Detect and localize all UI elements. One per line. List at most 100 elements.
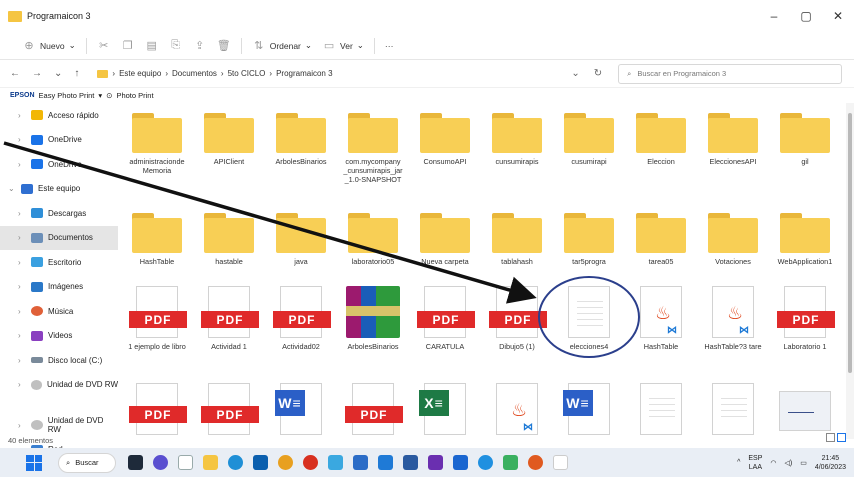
chevron-right-icon[interactable]: › xyxy=(18,111,26,120)
sidebar-item-onedrive[interactable]: › OneDrive xyxy=(0,152,118,177)
delete-icon[interactable]: 🗑 xyxy=(217,39,231,52)
app-icon[interactable] xyxy=(453,455,468,470)
show-hidden-icons-icon[interactable]: ^ xyxy=(737,459,740,466)
sidebar-item-quick-access[interactable]: › Acceso rápido xyxy=(0,103,118,128)
chevron-down-icon[interactable]: ⌄ xyxy=(8,184,16,193)
sidebar-item-this-pc[interactable]: ⌄ Este equipo xyxy=(0,177,118,202)
folder-item[interactable]: tarea05 xyxy=(626,213,696,266)
sidebar-item-dvd-drive[interactable]: › Unidad de DVD RW xyxy=(0,373,118,398)
file-item[interactable]: PDF CARATULA xyxy=(410,286,480,351)
chevron-right-icon[interactable]: › xyxy=(18,380,26,389)
file-item[interactable]: W≡ xyxy=(266,383,336,435)
file-item[interactable] xyxy=(626,383,696,435)
file-item[interactable]: PDF xyxy=(194,383,264,435)
folder-item[interactable]: ConsumoAPI xyxy=(410,113,480,166)
up-arrow-icon[interactable]: ↑ xyxy=(74,68,79,79)
file-item[interactable] xyxy=(770,383,840,431)
sidebar-item-local-disk[interactable]: › Disco local (C:) xyxy=(0,348,118,373)
volume-icon[interactable]: ◁) xyxy=(785,459,793,467)
edge-icon[interactable] xyxy=(228,455,243,470)
notepad-icon[interactable] xyxy=(178,455,193,470)
folder-item[interactable]: administracionde Memoria xyxy=(122,113,192,175)
breadcrumb-item[interactable]: Documentos xyxy=(172,69,217,78)
app-icon[interactable] xyxy=(528,455,543,470)
windows-start-icon[interactable] xyxy=(26,454,42,471)
sidebar-item-dvd-drive[interactable]: › Unidad de DVD RW xyxy=(0,413,118,438)
refresh-icon[interactable]: ↻ xyxy=(594,68,602,79)
search-input[interactable]: ⌕ Buscar en Programaicon 3 xyxy=(618,63,843,84)
sidebar-item-desktop[interactable]: › Escritorio xyxy=(0,250,118,275)
chevron-right-icon[interactable]: › xyxy=(18,258,26,267)
breadcrumb-item[interactable]: Programaicon 3 xyxy=(276,69,332,78)
chevron-right-icon[interactable]: › xyxy=(18,233,26,242)
chevron-right-icon[interactable]: › xyxy=(18,135,26,144)
opera-icon[interactable] xyxy=(303,455,318,470)
folder-item[interactable]: Nueva carpeta xyxy=(410,213,480,266)
app-icon[interactable] xyxy=(403,455,418,470)
more-button[interactable]: ··· xyxy=(385,41,394,51)
file-item[interactable]: ArbolesBinarios xyxy=(338,286,408,351)
epson-label[interactable]: Easy Photo Print xyxy=(39,91,95,100)
folder-item[interactable]: tablahash xyxy=(482,213,552,266)
back-arrow-icon[interactable]: ← xyxy=(10,68,20,79)
chevron-right-icon[interactable]: › xyxy=(18,307,26,316)
wifi-icon[interactable]: ◠ xyxy=(770,459,776,467)
history-chevron-icon[interactable]: ⌄ xyxy=(571,68,579,79)
scrollbar-thumb[interactable] xyxy=(848,113,852,373)
file-item[interactable]: PDF Laboratorio 1 xyxy=(770,286,840,351)
large-icons-view-icon[interactable] xyxy=(837,433,846,442)
address-bar[interactable]: › Este equipo › Documentos › 5to CICLO ›… xyxy=(91,64,559,84)
maximize-button[interactable]: ▢ xyxy=(790,0,822,32)
sidebar-item-documents[interactable]: › Documentos xyxy=(0,225,118,250)
new-button[interactable]: ⊕ Nuevo ⌄ xyxy=(22,39,75,52)
folder-item[interactable]: Votaciones xyxy=(698,213,768,266)
file-explorer-icon[interactable] xyxy=(203,455,218,470)
file-item[interactable]: ♨ ⋈ HashTable?3 tare xyxy=(698,286,768,351)
java-icon[interactable] xyxy=(553,455,568,470)
clock[interactable]: 21:45 4/06/2023 xyxy=(815,454,846,472)
folder-item[interactable]: Eleccion xyxy=(626,113,696,166)
mail-icon[interactable] xyxy=(353,455,368,470)
folder-item[interactable]: HashTable xyxy=(122,213,192,266)
language-indicator[interactable]: ESP LAA xyxy=(748,454,762,472)
sidebar-item-music[interactable]: › Música xyxy=(0,299,118,324)
file-item[interactable]: W≡ xyxy=(554,383,624,435)
folder-item[interactable]: java xyxy=(266,213,336,266)
folder-item[interactable]: hastable xyxy=(194,213,264,266)
paste-icon[interactable]: ▤ xyxy=(145,39,159,52)
taskbar-search[interactable]: ⌕ Buscar xyxy=(58,452,116,473)
chat-icon[interactable] xyxy=(153,455,168,470)
rename-icon[interactable]: ⎘ xyxy=(169,39,183,52)
view-button[interactable]: ▭ Ver ⌄ xyxy=(322,39,364,52)
chevron-right-icon[interactable]: › xyxy=(18,356,26,365)
vs-code-icon[interactable] xyxy=(378,455,393,470)
file-item[interactable]: ♨ ⋈ xyxy=(482,383,552,435)
recent-chevron-icon[interactable]: ⌄ xyxy=(54,68,62,79)
photo-print-label[interactable]: Photo Print xyxy=(116,91,153,100)
caret-down-icon[interactable]: ▾ xyxy=(98,91,102,100)
battery-icon[interactable]: ▭ xyxy=(800,459,807,467)
folder-item[interactable]: APIClient xyxy=(194,113,264,166)
copy-icon[interactable]: ❐ xyxy=(121,39,135,52)
folder-item[interactable]: WebApplication1 xyxy=(770,213,840,266)
file-item[interactable]: PDF Actividad02 xyxy=(266,286,336,351)
details-view-icon[interactable] xyxy=(826,433,835,442)
sidebar-item-videos[interactable]: › Videos xyxy=(0,324,118,349)
folder-item[interactable]: com.mycompany _cunsumirapis_jar _1.0-SNA… xyxy=(338,113,408,184)
file-item[interactable] xyxy=(698,383,768,435)
sidebar-item-pictures[interactable]: › Imágenes xyxy=(0,275,118,300)
sidebar-item-onedrive[interactable]: › OneDrive xyxy=(0,128,118,153)
folder-item[interactable]: cusumirapi xyxy=(554,113,624,166)
file-item[interactable]: PDF Actividad 1 xyxy=(194,286,264,351)
breadcrumb-item[interactable]: Este equipo xyxy=(119,69,161,78)
folder-item[interactable]: tar5progra xyxy=(554,213,624,266)
cut-icon[interactable]: ✂ xyxy=(97,39,111,52)
file-item[interactable]: PDF xyxy=(122,383,192,435)
folder-item[interactable]: laboratorio05 xyxy=(338,213,408,266)
chevron-right-icon[interactable]: › xyxy=(18,209,26,218)
app-icon[interactable] xyxy=(503,455,518,470)
vertical-scrollbar[interactable] xyxy=(846,103,854,439)
chevron-right-icon[interactable]: › xyxy=(18,331,26,340)
breadcrumb-item[interactable]: 5to CICLO xyxy=(228,69,266,78)
store-icon[interactable] xyxy=(253,455,268,470)
